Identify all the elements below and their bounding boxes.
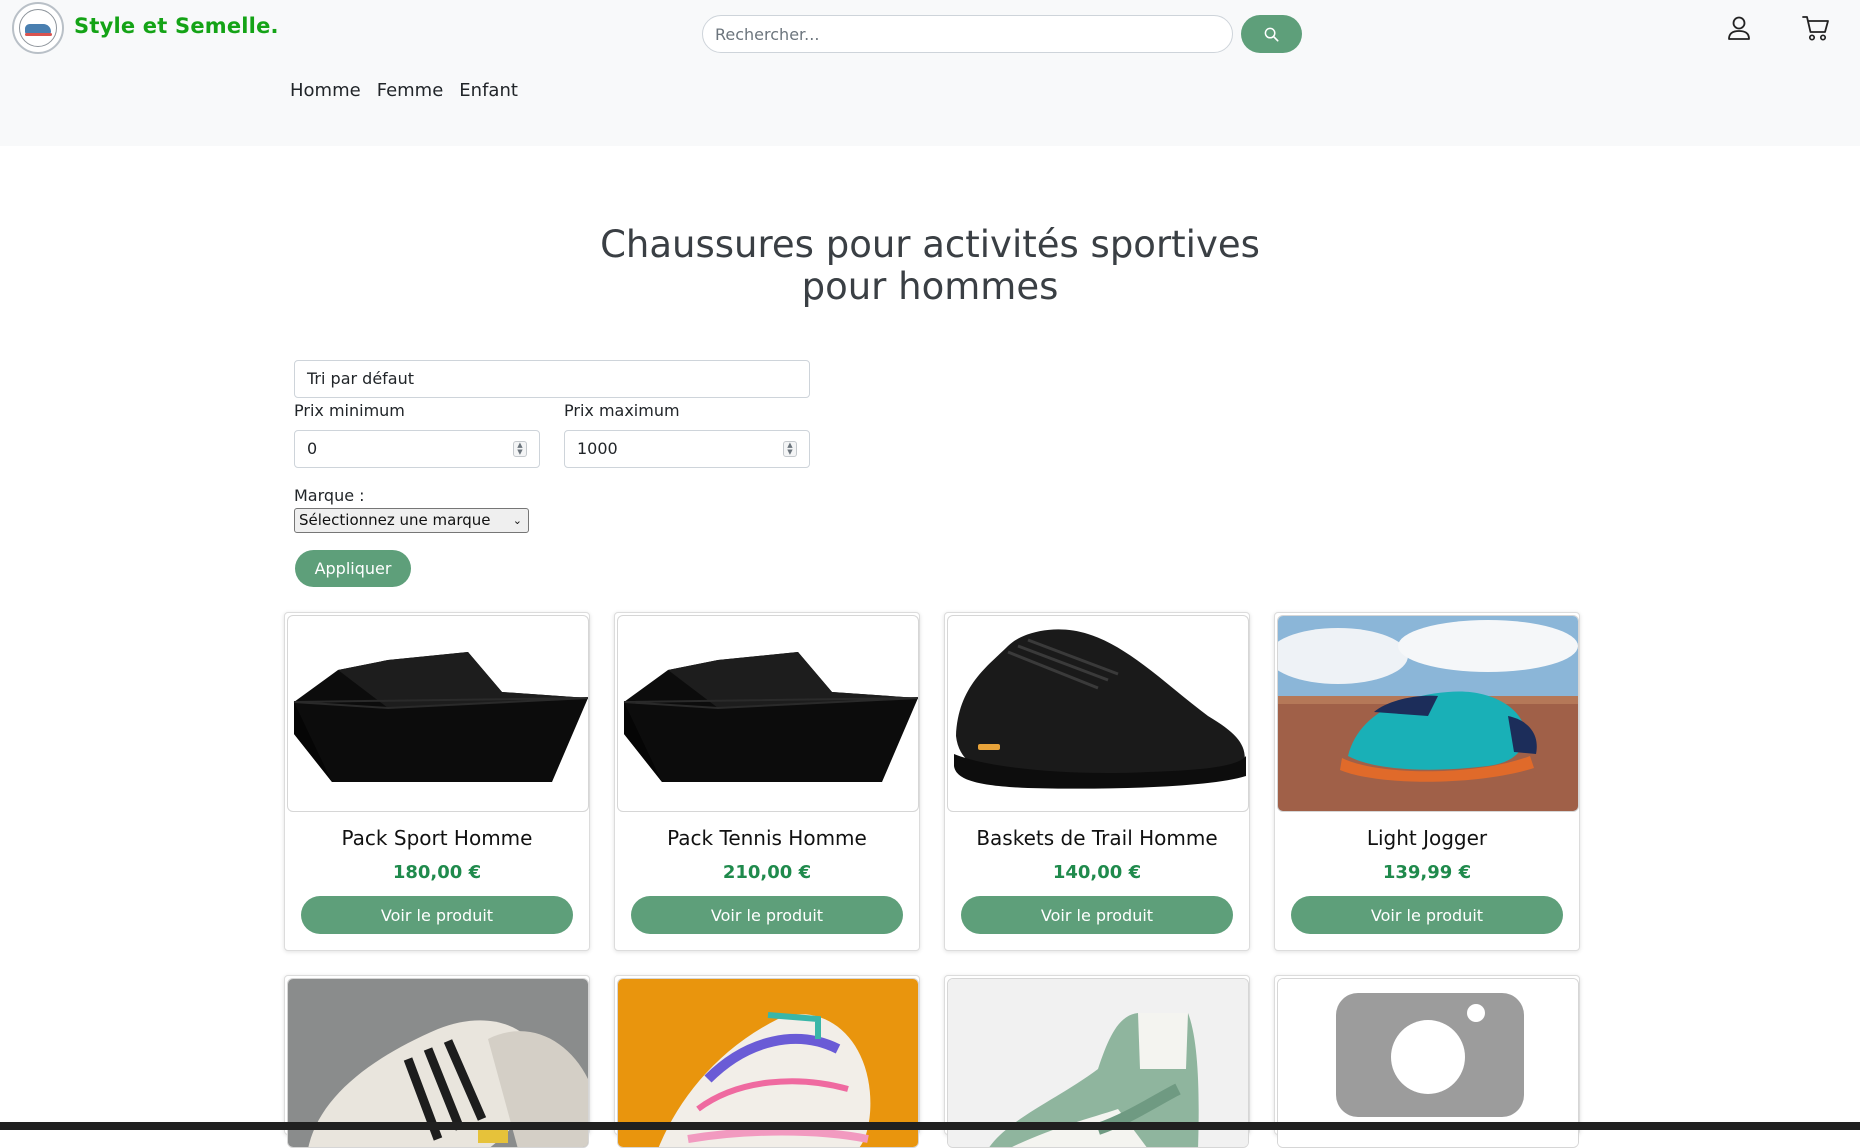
brand-label: Marque : <box>294 486 365 505</box>
product-name: Pack Sport Homme <box>341 826 533 850</box>
product-name: Baskets de Trail Homme <box>976 826 1218 850</box>
brand-select[interactable]: Sélectionnez une marque ⌄ <box>294 508 529 533</box>
user-icon[interactable] <box>1725 14 1753 42</box>
product-price: 139,99 € <box>1382 862 1472 883</box>
max-price-value: 1000 <box>577 439 618 458</box>
product-image-black-trail-shoe[interactable] <box>947 615 1249 812</box>
product-price: 180,00 € <box>392 862 482 883</box>
product-price: 140,00 € <box>1052 862 1142 883</box>
product-card: Pack Sport Homme 180,00 € Voir le produi… <box>284 612 590 951</box>
brand-select-value: Sélectionnez une marque <box>299 511 491 529</box>
product-image-black-box[interactable] <box>617 615 919 812</box>
apply-button[interactable]: Appliquer <box>295 550 411 587</box>
max-price-label: Prix maximum <box>564 401 680 420</box>
min-price-label: Prix minimum <box>294 401 405 420</box>
page-title-line2: pour hommes <box>801 265 1059 308</box>
min-price-input[interactable]: 0 ▲ ▼ <box>294 430 540 468</box>
view-product-button[interactable]: Voir le produit <box>961 896 1233 934</box>
product-image-black-box[interactable] <box>287 615 589 812</box>
view-product-button[interactable]: Voir le produit <box>1291 896 1563 934</box>
product-card <box>284 975 590 1148</box>
max-price-input[interactable]: 1000 ▲ ▼ <box>564 430 810 468</box>
header-bar: Style et Semelle. Homme Femme Enfant <box>0 0 1860 146</box>
product-card: Baskets de Trail Homme 140,00 € Voir le … <box>944 612 1250 951</box>
search-input[interactable] <box>702 15 1233 53</box>
min-price-spinner[interactable]: ▲ ▼ <box>513 441 527 457</box>
min-price-value: 0 <box>307 439 318 458</box>
product-name: Pack Tennis Homme <box>667 826 867 850</box>
sort-select[interactable]: Tri par défaut <box>294 360 810 398</box>
bottom-bar <box>0 1122 1860 1130</box>
product-card <box>944 975 1250 1148</box>
search-icon <box>1264 27 1279 42</box>
logo-icon[interactable] <box>12 2 64 54</box>
page-title-line1: Chaussures pour activités sportives <box>600 223 1260 266</box>
nav-homme[interactable]: Homme <box>290 80 361 101</box>
product-card: Pack Tennis Homme 210,00 € Voir le produ… <box>614 612 920 951</box>
product-name: Light Jogger <box>1366 826 1488 850</box>
chevron-down-icon: ⌄ <box>512 514 522 527</box>
product-image-teal-orange-running-shoe[interactable] <box>1277 615 1579 812</box>
view-product-button[interactable]: Voir le produit <box>301 896 573 934</box>
search-button[interactable] <box>1241 15 1302 53</box>
brand-name[interactable]: Style et Semelle. <box>74 14 279 38</box>
main-nav: Homme Femme Enfant <box>290 80 518 101</box>
view-product-button[interactable]: Voir le produit <box>631 896 903 934</box>
nav-femme[interactable]: Femme <box>377 80 444 101</box>
nav-enfant[interactable]: Enfant <box>459 80 518 101</box>
page-title: Chaussures pour activités sportives pour… <box>540 224 1320 308</box>
product-card <box>1274 975 1580 1148</box>
cart-icon[interactable] <box>1801 13 1831 43</box>
product-card <box>614 975 920 1148</box>
product-card: Light Jogger 139,99 € Voir le produit <box>1274 612 1580 951</box>
product-price: 210,00 € <box>722 862 812 883</box>
max-price-spinner[interactable]: ▲ ▼ <box>783 441 797 457</box>
